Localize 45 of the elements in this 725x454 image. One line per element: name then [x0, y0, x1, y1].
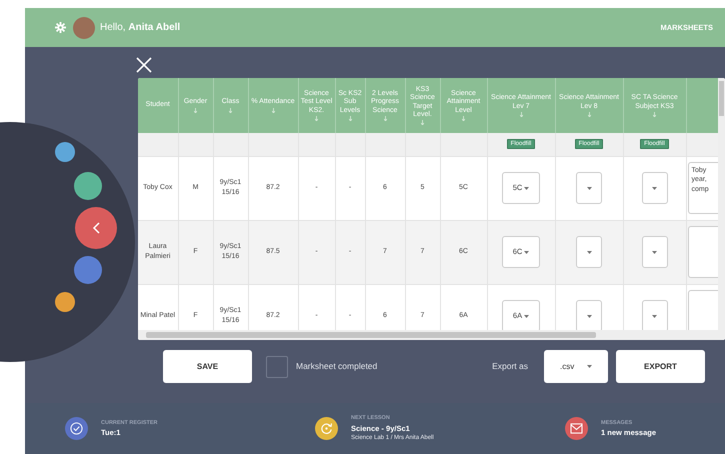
- sort-icon[interactable]: [194, 108, 197, 113]
- refresh-icon: [320, 422, 333, 435]
- sort-icon[interactable]: [421, 120, 424, 126]
- caret-icon: [586, 186, 592, 190]
- caret-icon: [524, 314, 530, 318]
- comment-field[interactable]: [688, 226, 720, 278]
- comment-field[interactable]: [688, 290, 720, 330]
- sort-icon[interactable]: [462, 116, 465, 122]
- caret-icon: [586, 314, 592, 318]
- checkbox[interactable]: [266, 356, 288, 378]
- caret-icon: [524, 250, 530, 254]
- sort-icon[interactable]: [348, 116, 352, 122]
- level-dropdown[interactable]: [576, 236, 602, 268]
- vertical-scrollbar[interactable]: [718, 78, 725, 330]
- sort-icon[interactable]: [520, 112, 522, 117]
- settings-icon[interactable]: [55, 22, 66, 33]
- caret-icon: [652, 186, 657, 190]
- greeting-text: Hello, Anita Abell: [100, 21, 180, 35]
- sort-icon[interactable]: [229, 108, 232, 113]
- caret-icon: [524, 186, 530, 190]
- level-dropdown[interactable]: [576, 300, 602, 330]
- avatar: [73, 16, 95, 38]
- sort-icon[interactable]: [588, 112, 590, 117]
- caret-icon: [652, 314, 657, 318]
- format-dropdown[interactable]: .csv: [544, 350, 608, 383]
- sort-icon[interactable]: [315, 116, 318, 122]
- envelope-icon: [570, 423, 583, 434]
- sort-icon[interactable]: [384, 116, 386, 122]
- close-icon[interactable]: [136, 57, 152, 73]
- export-button[interactable]: EXPORT: [616, 350, 705, 383]
- chevron-left-icon: [92, 222, 100, 234]
- export-label: Export as: [492, 360, 528, 373]
- caret-icon: [587, 365, 592, 368]
- level-dropdown[interactable]: [576, 172, 602, 204]
- sort-icon[interactable]: [653, 112, 656, 117]
- caret-icon: [652, 250, 657, 254]
- check-circle-icon: [70, 422, 83, 435]
- checkbox-label: Marksheet completed: [296, 360, 378, 373]
- save-button[interactable]: SAVE: [163, 350, 252, 383]
- level-dropdown[interactable]: [642, 236, 668, 268]
- horizontal-scrollbar[interactable]: [138, 330, 725, 340]
- sort-icon[interactable]: [272, 108, 274, 113]
- level-dropdown[interactable]: [642, 300, 668, 330]
- level-dropdown[interactable]: [642, 172, 668, 204]
- caret-icon: [586, 250, 592, 254]
